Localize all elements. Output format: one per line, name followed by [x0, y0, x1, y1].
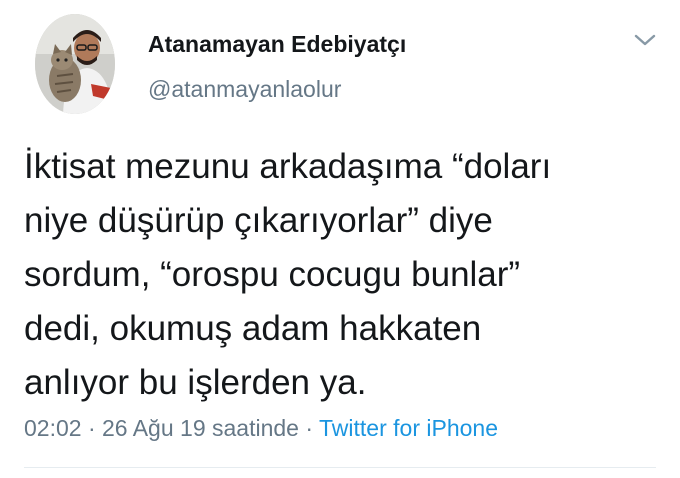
- tweet-time[interactable]: 02:02: [24, 415, 82, 441]
- tweet-source-link[interactable]: Twitter for iPhone: [319, 415, 498, 441]
- tweet-card: Atanamayan Edebiyatçı @atanmayanlaolur İ…: [0, 0, 680, 478]
- avatar-photo-icon: [35, 14, 115, 114]
- tweet-meta: 02:02 · 26 Ağu 19 saatinde · Twitter for…: [24, 415, 498, 442]
- divider: [24, 467, 656, 468]
- tweet-menu-button[interactable]: [632, 30, 658, 50]
- author-handle[interactable]: @atanmayanlaolur: [148, 76, 341, 103]
- tweet-text-line: sordum, “orospu cocugu bunlar”: [24, 255, 521, 294]
- tweet-date[interactable]: 26 Ağu 19 saatinde: [102, 415, 299, 441]
- tweet-text-line: niye düşürüp çıkarıyorlar” diye: [24, 201, 493, 240]
- tweet-text-line: anlıyor bu işlerden ya.: [24, 363, 367, 402]
- meta-separator: ·: [305, 415, 314, 441]
- author-avatar[interactable]: [35, 14, 115, 114]
- tweet-text: İktisat mezunu arkadaşıma “doları niye d…: [24, 140, 664, 410]
- meta-separator: ·: [87, 415, 96, 441]
- chevron-down-icon: [634, 34, 656, 46]
- tweet-text-line: İktisat mezunu arkadaşıma “doları: [24, 147, 552, 186]
- author-display-name[interactable]: Atanamayan Edebiyatçı: [148, 31, 406, 58]
- tweet-text-line: dedi, okumuş adam hakkaten: [24, 309, 482, 348]
